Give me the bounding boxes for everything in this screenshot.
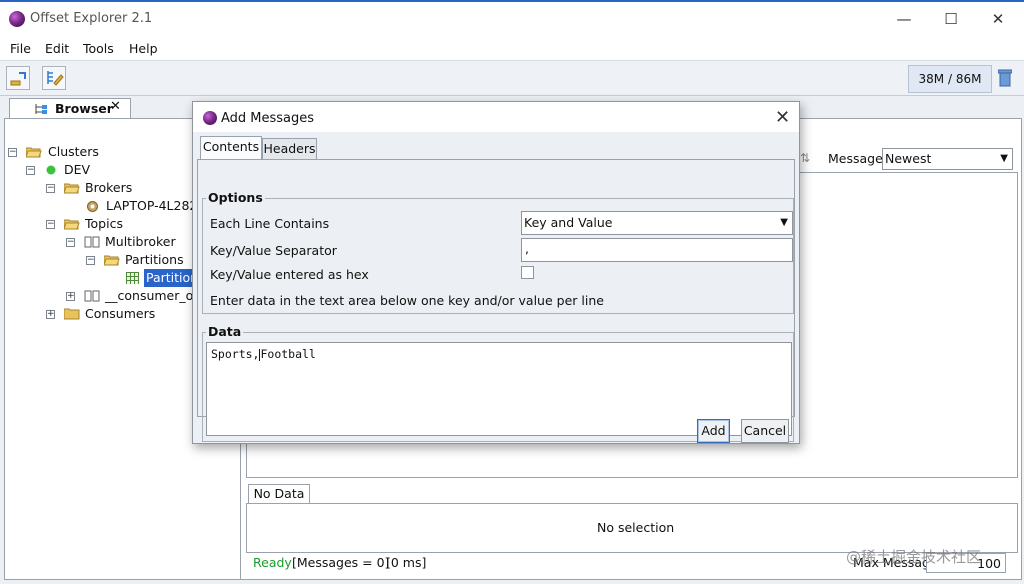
help-text: Enter data in the text area below one ke… [210, 293, 604, 308]
add-connection-button[interactable] [6, 66, 30, 90]
topic-book-icon [84, 290, 100, 302]
dialog-title: Add Messages [221, 111, 315, 126]
tree-label: Clusters [48, 144, 99, 159]
tab-browser-label: Browser [55, 101, 113, 116]
close-tab-icon[interactable]: ✕ [110, 99, 121, 114]
broker-gear-icon [87, 201, 98, 212]
trash-icon[interactable] [998, 69, 1012, 87]
separator-input[interactable]: , [521, 238, 793, 262]
topic-book-icon [84, 236, 100, 248]
collapse-icon[interactable]: − [8, 148, 17, 157]
each-line-label: Each Line Contains [210, 216, 330, 231]
folder-open-icon [64, 183, 80, 194]
status-message-count: [Messages = 0] [292, 555, 390, 570]
window-title: Offset Explorer 2.1 [30, 11, 153, 26]
separator-label: Key/Value Separator [210, 243, 337, 258]
hex-checkbox[interactable] [521, 266, 534, 279]
maximize-button[interactable]: ☐ [928, 8, 974, 32]
menu-bar: File Edit Tools Help [0, 36, 1024, 60]
folder-open-icon [26, 147, 42, 158]
menu-tools[interactable]: Tools [83, 41, 114, 56]
watermark: @稀土掘金技术社区 [846, 548, 982, 566]
cancel-button[interactable]: Cancel [741, 419, 789, 443]
messages-order-select[interactable]: Newest ▼ [882, 148, 1013, 170]
dialog-close-button[interactable]: ✕ [775, 107, 790, 128]
folder-open-icon [104, 255, 120, 266]
collapse-icon[interactable]: − [46, 184, 55, 193]
collapse-icon[interactable]: − [46, 220, 55, 229]
expand-icon[interactable]: + [46, 310, 55, 319]
tab-headers[interactable]: Headers [262, 138, 317, 160]
tab-no-data[interactable]: No Data [248, 484, 310, 504]
edit-connection-button[interactable] [42, 66, 66, 90]
title-bar: Offset Explorer 2.1 — ☐ ✕ [0, 0, 1024, 36]
sort-arrow-icon[interactable]: ⇅ [800, 151, 810, 165]
tab-contents[interactable]: Contents [200, 136, 262, 160]
tree-label: Brokers [85, 180, 133, 195]
dialog-title-bar: Add Messages ✕ [193, 102, 799, 132]
browser-tree-icon [35, 104, 47, 114]
data-group-title: Data [206, 324, 244, 339]
each-line-value: Key and Value [524, 215, 613, 230]
messages-order-value: Newest [885, 151, 932, 166]
app-logo-icon [203, 111, 217, 125]
add-messages-dialog: Add Messages ✕ Contents Headers Options … [192, 101, 800, 444]
hex-label: Key/Value entered as hex [210, 267, 369, 282]
contents-tab-pane: Options Each Line Contains Key and Value… [197, 159, 795, 442]
menu-edit[interactable]: Edit [45, 41, 69, 56]
tree-label: Partitions [125, 252, 184, 267]
status-ready: Ready [253, 555, 292, 570]
close-window-button[interactable]: ✕ [975, 8, 1021, 32]
memory-indicator: 38M / 86M [908, 65, 992, 93]
data-text-before-caret: Sports, [211, 347, 260, 361]
options-group-title: Options [206, 190, 265, 205]
status-elapsed-time: [0 ms] [386, 555, 427, 570]
tree-label: Topics [85, 216, 123, 231]
app-logo-icon [9, 11, 25, 27]
menu-file[interactable]: File [10, 41, 31, 56]
messages-label: Messages [828, 151, 890, 166]
tree-label: Consumers [85, 306, 156, 321]
folder-closed-icon [64, 308, 80, 320]
add-button[interactable]: Add [697, 419, 730, 443]
tree-label: Multibroker [105, 234, 176, 249]
connected-status-icon [46, 165, 56, 175]
collapse-icon[interactable]: − [26, 166, 35, 175]
dropdown-arrow-icon: ▼ [1000, 153, 1008, 164]
folder-open-icon [64, 219, 80, 230]
tree-label: DEV [64, 162, 91, 177]
add-cluster-icon [10, 72, 26, 86]
partition-grid-icon [126, 272, 139, 284]
dropdown-arrow-icon: ▼ [780, 217, 788, 228]
menu-help[interactable]: Help [129, 41, 158, 56]
expand-icon[interactable]: + [66, 292, 75, 301]
dialog-body: Contents Headers Options Each Line Conta… [193, 132, 799, 443]
no-selection-text: No selection [597, 520, 675, 535]
data-text-after-caret: Football [260, 347, 316, 361]
toolbar: 38M / 86M [0, 60, 1024, 96]
collapse-icon[interactable]: − [86, 256, 95, 265]
each-line-select[interactable]: Key and Value ▼ [521, 211, 793, 235]
collapse-icon[interactable]: − [66, 238, 75, 247]
tab-browser[interactable]: Browser ✕ [9, 98, 131, 119]
minimize-button[interactable]: — [881, 8, 927, 32]
edit-icon [47, 71, 64, 86]
